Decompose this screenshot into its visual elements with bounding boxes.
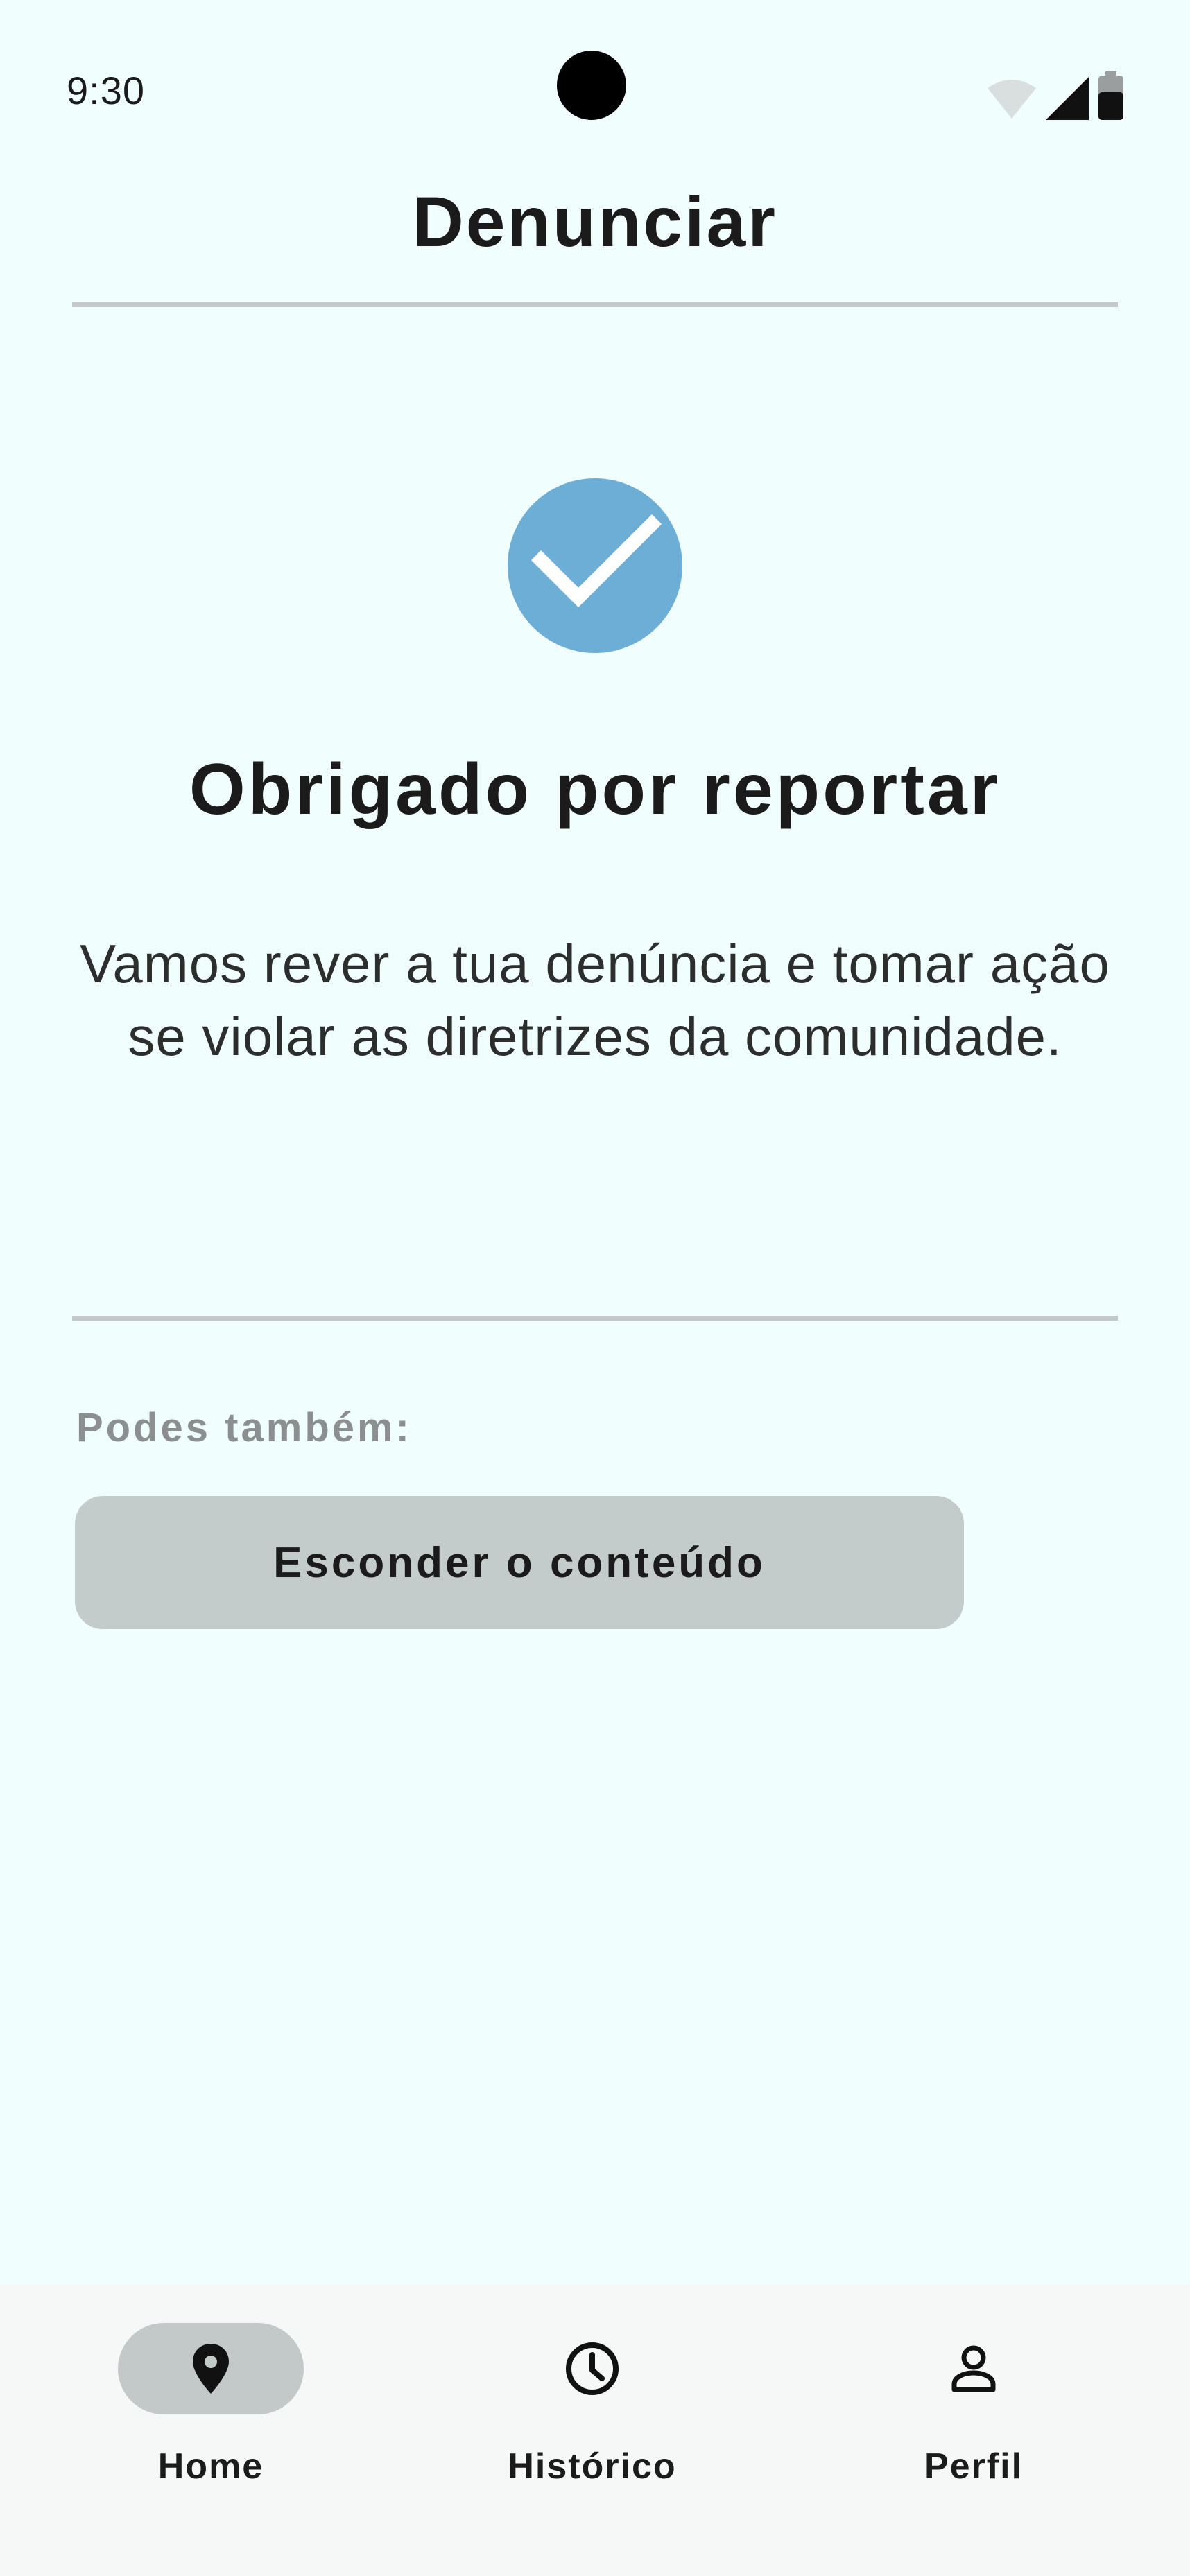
status-icons [988, 71, 1123, 120]
battery-icon [1098, 71, 1123, 120]
section-divider [72, 1316, 1118, 1321]
camera-cutout [557, 51, 626, 120]
nav-label-profile: Perfil [924, 2446, 1024, 2487]
nav-label-home: Home [157, 2446, 264, 2487]
nav-label-history: Histórico [508, 2446, 677, 2487]
cellular-signal-icon [1046, 77, 1089, 120]
status-time: 9:30 [67, 69, 145, 112]
options-label: Podes também: [76, 1405, 412, 1450]
location-pin-icon [183, 2341, 239, 2396]
header-divider [72, 302, 1118, 307]
confirmation-title: Obrigado por reportar [189, 749, 1001, 830]
check-icon [531, 514, 662, 608]
nav-item-history[interactable]: Histórico [454, 2285, 731, 2493]
wifi-icon [988, 78, 1036, 120]
person-icon [946, 2341, 1001, 2396]
nav-item-home[interactable]: Home [72, 2285, 350, 2493]
page-title: Denunciar [413, 182, 777, 261]
hide-content-button[interactable]: Esconder o conteúdo [75, 1496, 964, 1629]
clock-icon [564, 2341, 620, 2396]
report-confirmation-screen: 9:30 Denunciar Obrigado por reportar Vam… [0, 0, 1190, 2576]
nav-item-profile[interactable]: Perfil [835, 2285, 1112, 2493]
success-badge [508, 478, 682, 653]
bottom-navigation: Home Histórico Perfil [0, 2285, 1190, 2576]
confirmation-message: Vamos rever a tua denúncia e tomar ação … [80, 933, 1110, 1067]
